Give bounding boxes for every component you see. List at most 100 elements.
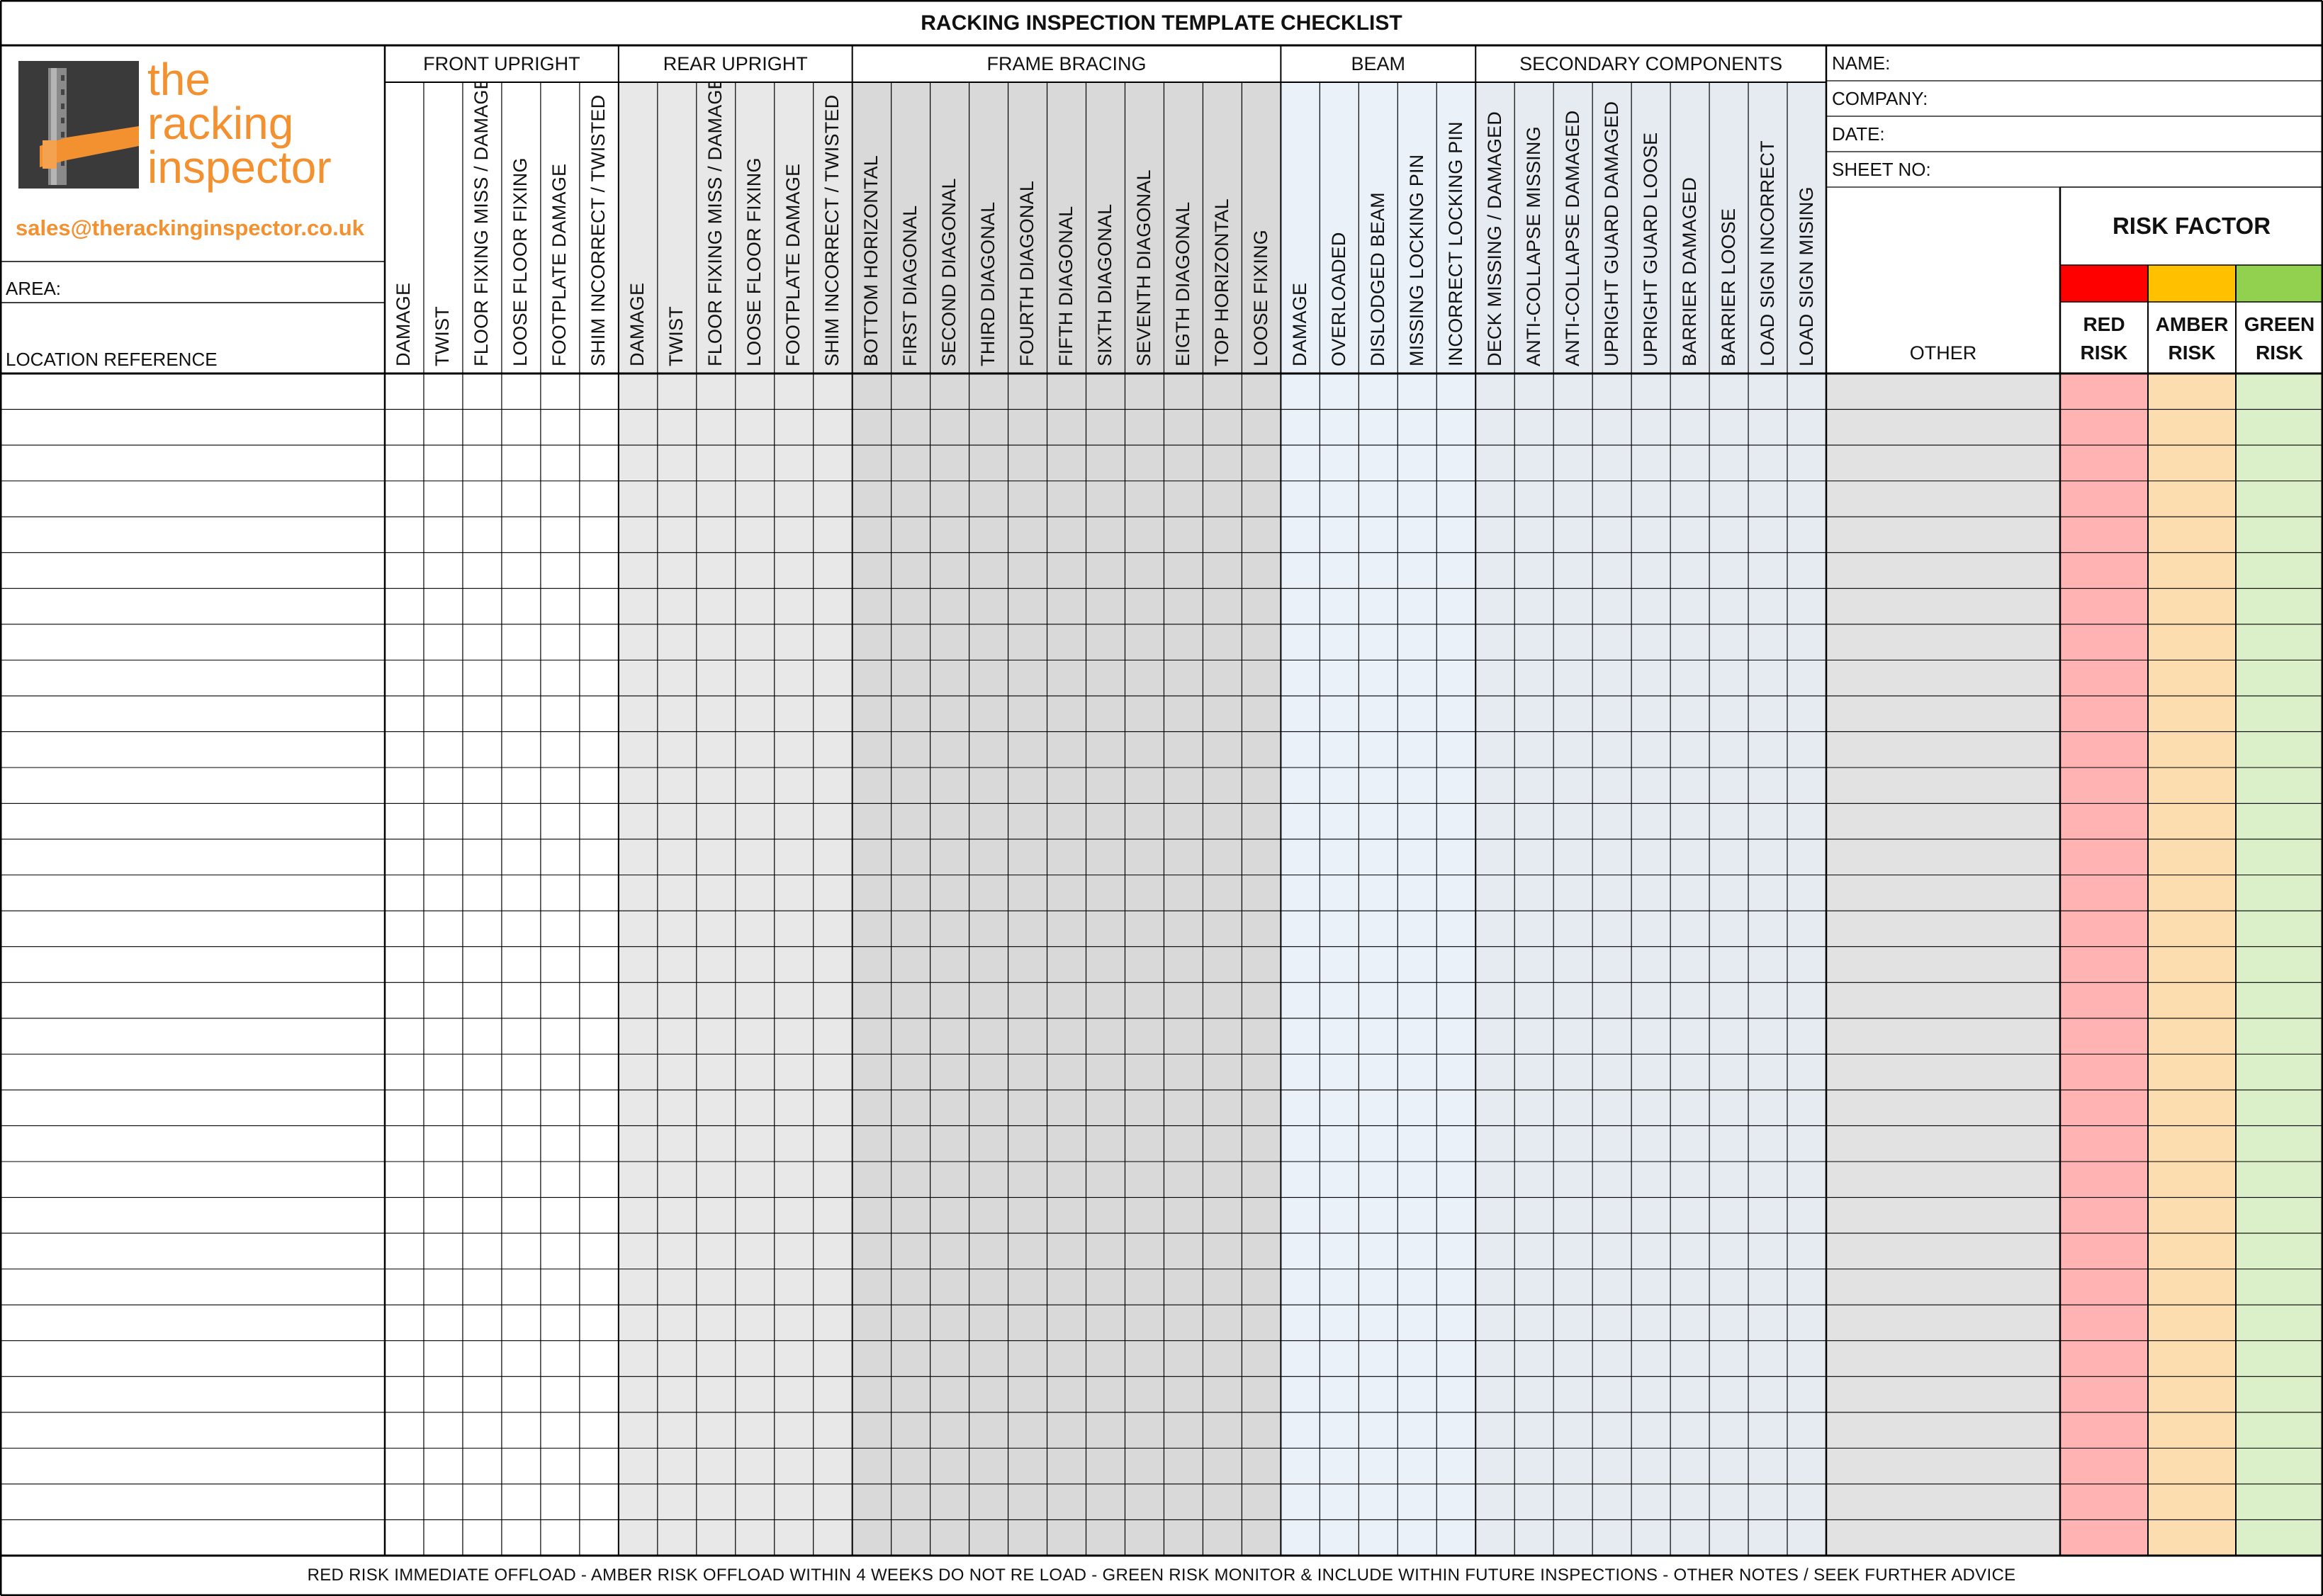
location-reference-cell[interactable]: [0, 517, 385, 553]
location-reference-cell[interactable]: [0, 1233, 385, 1269]
column-header-label: FIFTH DIAGONAL: [1055, 206, 1077, 366]
column-header-label: BARRIER DAMAGED: [1678, 176, 1700, 366]
column-header-loose-fixing: LOOSE FIXING: [1242, 82, 1281, 373]
column-fill-1: [423, 373, 463, 1556]
location-reference-cell[interactable]: [0, 1018, 385, 1055]
column-fill-16: [1008, 373, 1047, 1556]
location-reference-cell[interactable]: [0, 1448, 385, 1484]
column-fill-3: [501, 373, 541, 1556]
column-header-barrier-damaged: BARRIER DAMAGED: [1670, 82, 1709, 373]
location-reference-cell[interactable]: [0, 839, 385, 875]
column-fill-23: [1281, 373, 1320, 1556]
location-reference-cell[interactable]: [0, 1412, 385, 1449]
location-reference-cell[interactable]: [0, 804, 385, 840]
column-fill-14: [930, 373, 969, 1556]
column-fill-31: [1592, 373, 1632, 1556]
column-header-damage: DAMAGE: [1281, 82, 1320, 373]
column-header-twist: TWIST: [424, 82, 463, 373]
column-header-shim-incorrect-twisted: SHIM INCORRECT / TWISTED: [814, 82, 853, 373]
column-fill-10: [774, 373, 814, 1556]
column-fill-13: [891, 373, 930, 1556]
location-reference-cell[interactable]: [0, 481, 385, 517]
column-header-first-diagonal: FIRST DIAGONAL: [891, 82, 930, 373]
column-header-label: FLOOR FIXING MISS / DAMAGE: [471, 82, 493, 366]
column-header-label: ANTI-COLLAPSE MISSING: [1522, 126, 1544, 366]
column-header-label: MISSING LOCKING PIN: [1405, 154, 1427, 366]
column-header-second-diagonal: SECOND DIAGONAL: [930, 82, 969, 373]
column-header-bottom-horizontal: BOTTOM HORIZONTAL: [853, 82, 891, 373]
location-reference-cell[interactable]: [0, 1198, 385, 1234]
location-reference-cell[interactable]: [0, 696, 385, 732]
location-reference-cell[interactable]: [0, 373, 385, 410]
location-reference-cell[interactable]: [0, 768, 385, 804]
risk-label-top: RED: [2083, 313, 2125, 335]
location-reference-cell[interactable]: [0, 588, 385, 624]
column-header-label: UPRIGHT GUARD LOOSE: [1639, 132, 1661, 366]
column-header-label: FOOTPLATE DAMAGE: [782, 163, 804, 366]
column-fill-6: [618, 373, 658, 1556]
location-reference-cell[interactable]: [0, 1054, 385, 1090]
location-reference-cell[interactable]: [0, 624, 385, 661]
column-header-third-diagonal: THIRD DIAGONAL: [969, 82, 1008, 373]
column-header-anti-collapse-damaged: ANTI-COLLAPSE DAMAGED: [1553, 82, 1592, 373]
location-reference-cell[interactable]: [0, 1484, 385, 1520]
logo-text-racking: racking: [147, 98, 294, 149]
column-header-label: EIGTH DIAGONAL: [1171, 201, 1193, 366]
location-reference-cell[interactable]: [0, 410, 385, 446]
location-reference-cell[interactable]: [0, 982, 385, 1018]
location-reference-cell[interactable]: [0, 947, 385, 983]
company-field[interactable]: COMPANY:: [1826, 81, 2323, 116]
column-header-label: BARRIER LOOSE: [1717, 208, 1739, 366]
location-reference-cell[interactable]: [0, 1519, 385, 1556]
name-field[interactable]: NAME:: [1826, 45, 2323, 81]
location-reference-cell[interactable]: [0, 1341, 385, 1377]
location-reference-cell[interactable]: [0, 660, 385, 696]
location-reference-cell[interactable]: [0, 1125, 385, 1162]
column-header-footplate-damage: FOOTPLATE DAMAGE: [541, 82, 580, 373]
column-fill-17: [1047, 373, 1086, 1556]
location-reference-cell[interactable]: [0, 1090, 385, 1126]
location-reference-cell[interactable]: [0, 445, 385, 481]
contact-email[interactable]: sales@therackinginspector.co.uk: [16, 215, 364, 241]
risk-label-red: RED RISK: [2060, 305, 2148, 372]
location-reference-cell[interactable]: [0, 1162, 385, 1198]
column-header-label: LOOSE FIXING: [1249, 230, 1271, 366]
column-header-damage: DAMAGE: [385, 82, 424, 373]
location-reference-cell[interactable]: [0, 1269, 385, 1305]
logo-block: the racking inspector sales@therackingin…: [0, 45, 385, 262]
column-fill-15: [969, 373, 1008, 1556]
column-header-label: LOAD SIGN INCORRECT: [1756, 140, 1778, 366]
risk-label-green: GREEN RISK: [2236, 305, 2323, 372]
location-reference-cell[interactable]: [0, 553, 385, 589]
racking-upright-beam-icon: [18, 61, 139, 189]
column-header-label: SHIM INCORRECT / TWISTED: [587, 94, 609, 366]
risk-swatch-green: [2236, 265, 2323, 302]
column-header-label: OVERLOADED: [1327, 232, 1349, 366]
column-header-upright-guard-loose: UPRIGHT GUARD LOOSE: [1631, 82, 1670, 373]
column-header-label: DECK MISSING / DAMAGED: [1483, 111, 1505, 366]
location-reference-cell[interactable]: [0, 911, 385, 947]
column-header-seventh-diagonal: SEVENTH DIAGONAL: [1125, 82, 1164, 373]
group-header-secondary-components: SECONDARY COMPONENTS: [1519, 52, 1783, 74]
column-header-fifth-diagonal: FIFTH DIAGONAL: [1047, 82, 1086, 373]
column-header-loose-floor-fixing: LOOSE FLOOR FIXING: [502, 82, 541, 373]
logo-text-inspector: inspector: [147, 142, 332, 193]
location-reference-cell[interactable]: [0, 1376, 385, 1412]
column-fill-5: [579, 373, 619, 1556]
column-header-label: TWIST: [665, 306, 687, 366]
date-field[interactable]: DATE:: [1826, 116, 2323, 152]
column-fill-7: [657, 373, 697, 1556]
group-header-front-upright: FRONT UPRIGHT: [423, 52, 580, 74]
column-header-eigth-diagonal: EIGTH DIAGONAL: [1164, 82, 1203, 373]
location-reference-cell[interactable]: [0, 875, 385, 911]
column-header-dislodged-beam: DISLODGED BEAM: [1359, 82, 1397, 373]
column-header-label: SECOND DIAGONAL: [938, 178, 960, 366]
column-fill-19: [1125, 373, 1164, 1556]
column-header-label: LOAD SIGN MISING: [1795, 186, 1817, 366]
location-reference-cell[interactable]: [0, 1305, 385, 1341]
column-header-label: THIRD DIAGONAL: [977, 201, 999, 366]
sheet-no-field[interactable]: SHEET NO:: [1826, 152, 2323, 187]
column-header-twist: TWIST: [658, 82, 697, 373]
location-reference-cell[interactable]: [0, 731, 385, 768]
column-header-label: SHIM INCORRECT / TWISTED: [821, 94, 843, 366]
